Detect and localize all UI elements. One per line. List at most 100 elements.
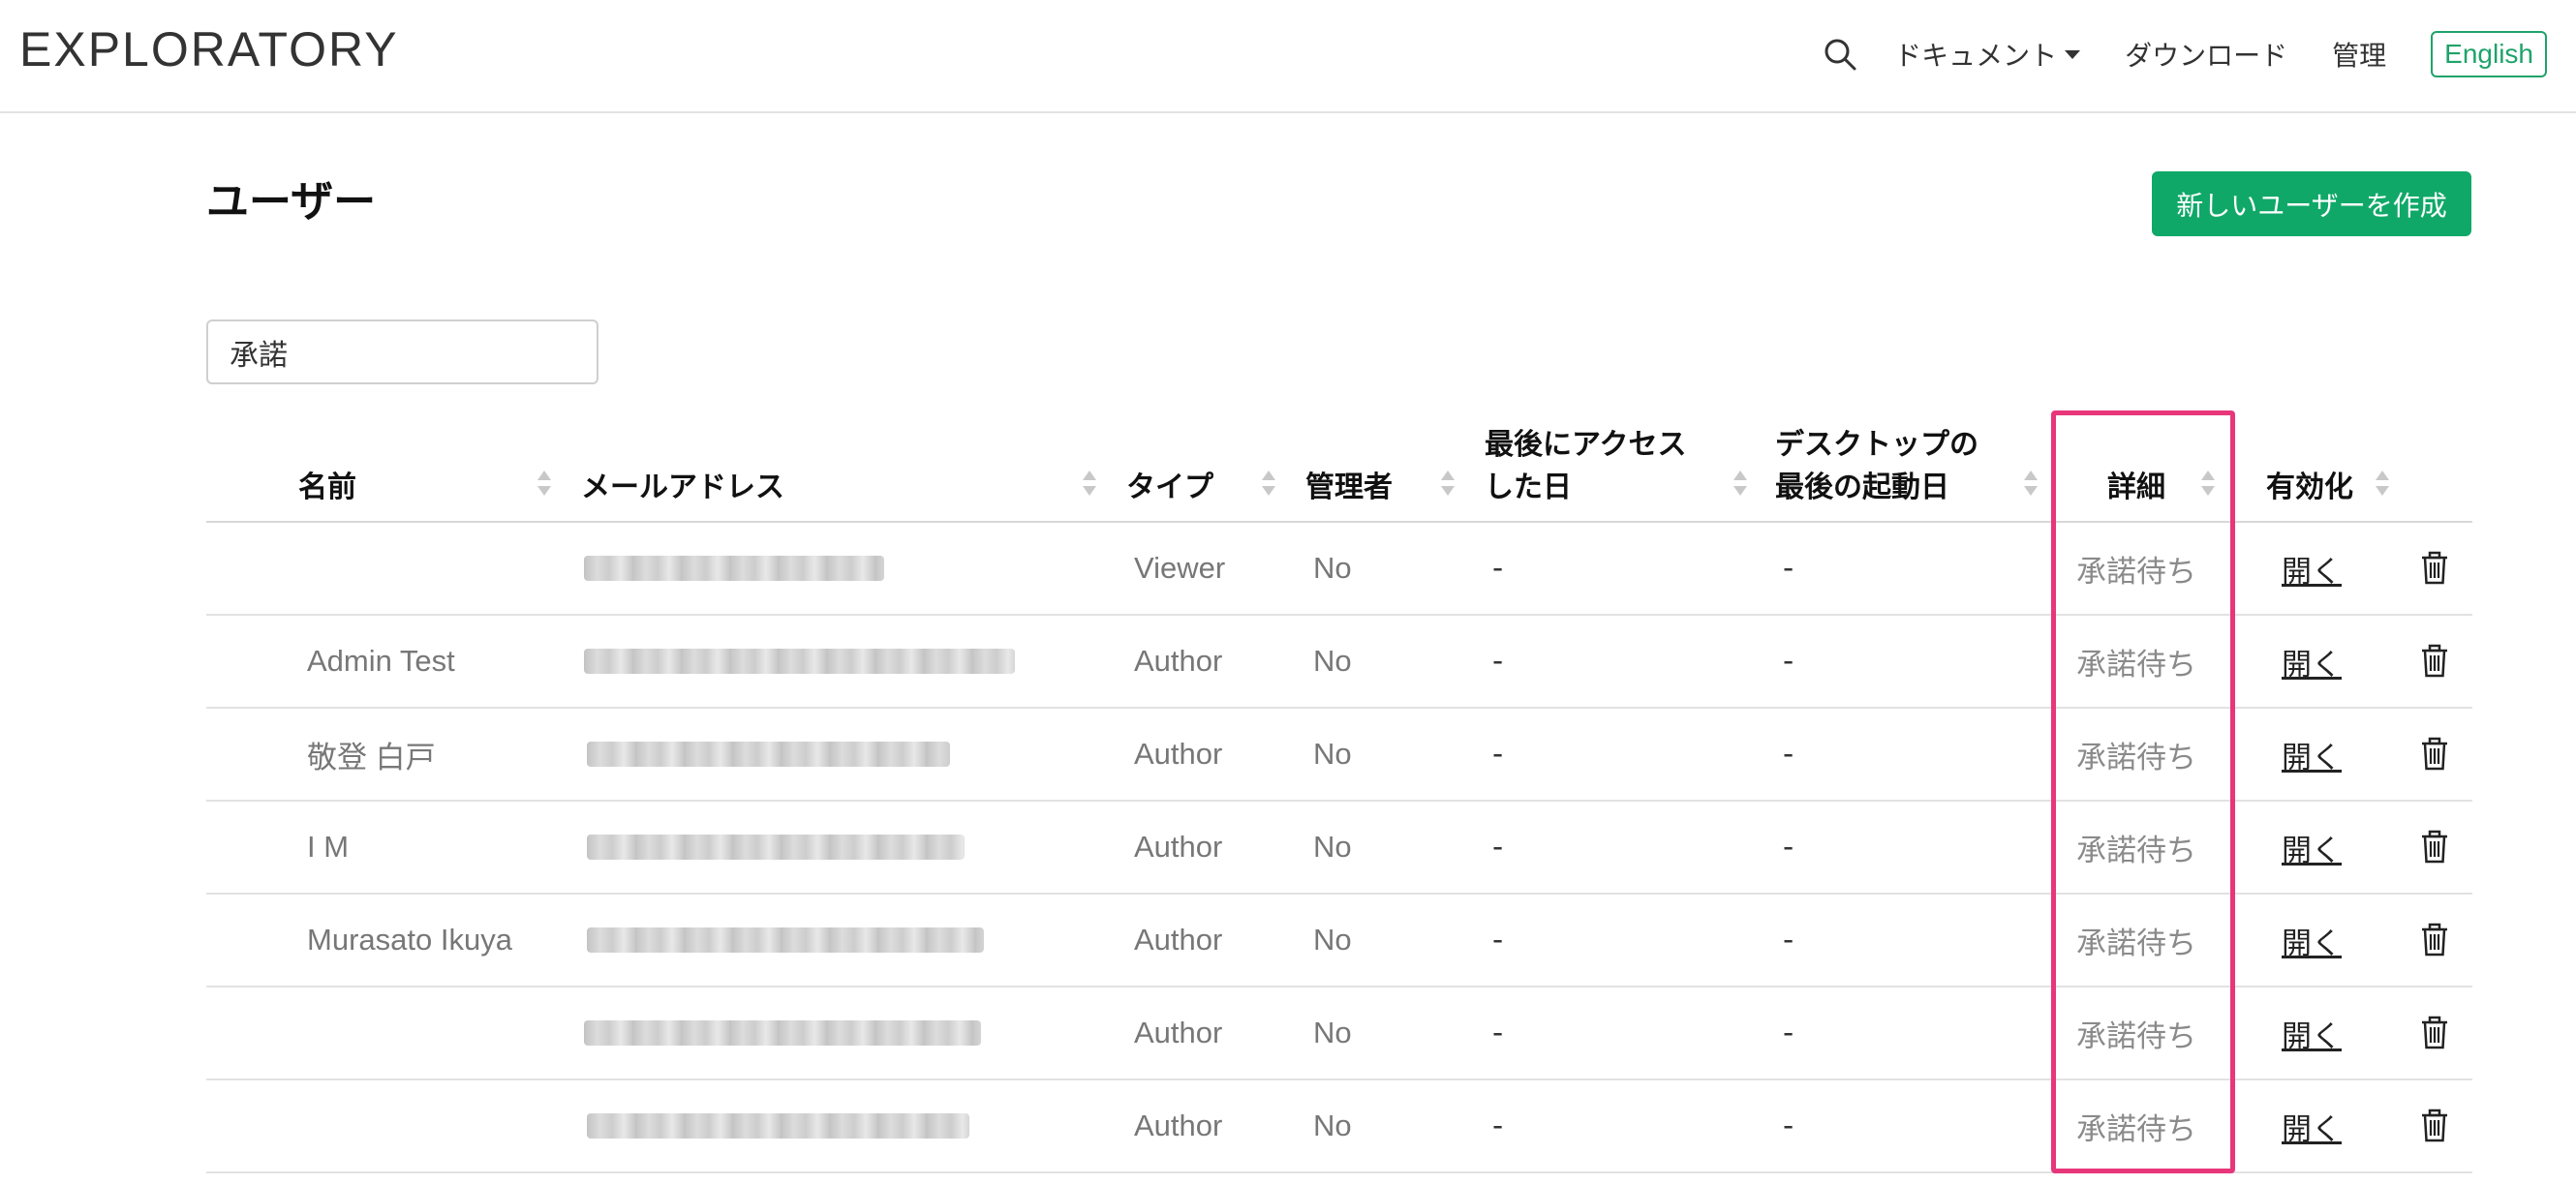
column-header-admin[interactable]: 管理者: [1305, 407, 1393, 523]
table-row: Author No - - 承諾待ち 開く: [206, 988, 2472, 1080]
user-type: Author: [1134, 737, 1223, 771]
top-nav: ドキュメント ダウンロード 管理 English: [1821, 27, 2547, 81]
user-name: Murasato Ikuya: [307, 923, 512, 957]
column-header-name[interactable]: 名前: [298, 407, 356, 523]
user-type: Viewer: [1134, 551, 1226, 585]
details-status: 承諾待ち: [2076, 1018, 2196, 1054]
details-status: 承諾待ち: [2076, 647, 2196, 683]
details-status: 承諾待ち: [2076, 833, 2196, 868]
admin-flag: No: [1313, 1016, 1352, 1049]
column-header-details[interactable]: 詳細: [2107, 407, 2165, 523]
admin-flag: No: [1313, 1109, 1352, 1142]
app-logo[interactable]: EXPLORATORY: [19, 21, 399, 77]
last-access-date: -: [1492, 644, 1504, 679]
table-row: Author No - - 承諾待ち 開く: [206, 1080, 2472, 1173]
email-blurred: [587, 895, 984, 986]
top-navbar: EXPLORATORY ドキュメント ダウンロード 管理 English: [0, 0, 2576, 113]
nav-admin[interactable]: 管理: [2332, 35, 2386, 74]
sort-icon[interactable]: [1083, 471, 1096, 500]
column-header-last-access[interactable]: 最後にアクセス した日: [1485, 407, 1687, 523]
email-blurred: [587, 802, 965, 893]
column-header-type[interactable]: タイプ: [1126, 407, 1213, 523]
admin-flag: No: [1313, 830, 1352, 864]
user-type: Author: [1134, 1109, 1223, 1142]
admin-flag: No: [1313, 644, 1352, 678]
page-title: ユーザー: [206, 177, 377, 227]
nav-documents-dropdown[interactable]: ドキュメント: [1894, 35, 2081, 74]
desktop-last-launch: -: [1783, 551, 1794, 586]
trash-icon[interactable]: [2420, 923, 2449, 957]
delete-cell: [2420, 988, 2449, 1079]
email-blurred: [584, 523, 884, 614]
search-icon[interactable]: [1821, 35, 1859, 74]
activate-cell: 開く: [2282, 802, 2342, 893]
sort-icon[interactable]: [2376, 471, 2389, 500]
column-header-email[interactable]: メールアドレス: [581, 407, 784, 523]
desktop-last-launch: -: [1783, 1109, 1794, 1143]
delete-cell: [2420, 616, 2449, 707]
open-link[interactable]: 開く: [2282, 733, 2342, 776]
user-filter-input[interactable]: [206, 319, 598, 384]
last-access-date: -: [1492, 1016, 1504, 1050]
desktop-last-launch: -: [1783, 737, 1794, 772]
user-name: I M: [307, 830, 350, 864]
table-header: 名前 メールアドレス タイプ 管理者 最後にアクセス した日 デスクトップの 最後の…: [206, 407, 2472, 523]
last-access-date: -: [1492, 737, 1504, 772]
user-type: Author: [1134, 1016, 1223, 1049]
user-type: Author: [1134, 830, 1223, 864]
activate-cell: 開く: [2282, 1080, 2342, 1171]
trash-icon[interactable]: [2420, 1109, 2449, 1143]
table-row: Murasato Ikuya Author No - - 承諾待ち 開く: [206, 895, 2472, 988]
open-link[interactable]: 開く: [2282, 640, 2342, 684]
trash-icon[interactable]: [2420, 737, 2449, 772]
admin-flag: No: [1313, 923, 1352, 957]
sort-icon[interactable]: [1441, 471, 1455, 500]
open-link[interactable]: 開く: [2282, 547, 2342, 591]
last-access-date: -: [1492, 923, 1504, 957]
table-row: Viewer No - - 承諾待ち 開く: [206, 523, 2472, 616]
language-toggle-button[interactable]: English: [2431, 31, 2547, 77]
open-link[interactable]: 開く: [2282, 919, 2342, 962]
create-user-button[interactable]: 新しいユーザーを作成: [2152, 171, 2471, 236]
trash-icon[interactable]: [2420, 551, 2449, 586]
desktop-last-launch: -: [1783, 644, 1794, 679]
last-access-date: -: [1492, 551, 1504, 586]
nav-download[interactable]: ダウンロード: [2125, 35, 2287, 74]
activate-cell: 開く: [2282, 616, 2342, 707]
open-link[interactable]: 開く: [2282, 1105, 2342, 1148]
table-body: Viewer No - - 承諾待ち 開く Admin Test Author No - - 承諾待ち…: [206, 523, 2472, 1173]
email-blurred: [584, 616, 1015, 707]
details-status: 承諾待ち: [2076, 554, 2196, 590]
activate-cell: 開く: [2282, 895, 2342, 986]
trash-icon[interactable]: [2420, 1016, 2449, 1050]
admin-flag: No: [1313, 551, 1352, 585]
trash-icon[interactable]: [2420, 644, 2449, 679]
details-status: 承諾待ち: [2076, 926, 2196, 961]
sort-icon[interactable]: [1262, 471, 1275, 500]
email-blurred: [587, 709, 950, 800]
table-row: Admin Test Author No - - 承諾待ち 開く: [206, 616, 2472, 709]
sort-icon[interactable]: [2201, 471, 2215, 500]
open-link[interactable]: 開く: [2282, 1012, 2342, 1055]
sort-icon[interactable]: [537, 471, 551, 500]
users-table: 名前 メールアドレス タイプ 管理者 最後にアクセス した日 デスクトップの 最後の…: [206, 407, 2472, 1173]
sort-icon[interactable]: [2024, 471, 2038, 500]
last-access-date: -: [1492, 1109, 1504, 1143]
caret-down-icon: [2065, 49, 2081, 59]
activate-cell: 開く: [2282, 523, 2342, 614]
table-row: I M Author No - - 承諾待ち 開く: [206, 802, 2472, 895]
delete-cell: [2420, 895, 2449, 986]
column-header-desktop-launch[interactable]: デスクトップの 最後の起動日: [1775, 407, 1978, 523]
open-link[interactable]: 開く: [2282, 826, 2342, 869]
activate-cell: 開く: [2282, 709, 2342, 800]
details-status: 承諾待ち: [2076, 1111, 2196, 1147]
user-type: Author: [1134, 644, 1223, 678]
user-name: 敬登 白戸: [307, 740, 436, 775]
sort-icon[interactable]: [1733, 471, 1747, 500]
nav-documents-label: ドキュメント: [1894, 40, 2058, 72]
desktop-last-launch: -: [1783, 1016, 1794, 1050]
details-status: 承諾待ち: [2076, 740, 2196, 775]
trash-icon[interactable]: [2420, 830, 2449, 865]
desktop-last-launch: -: [1783, 830, 1794, 865]
column-header-activate[interactable]: 有効化: [2266, 407, 2353, 523]
